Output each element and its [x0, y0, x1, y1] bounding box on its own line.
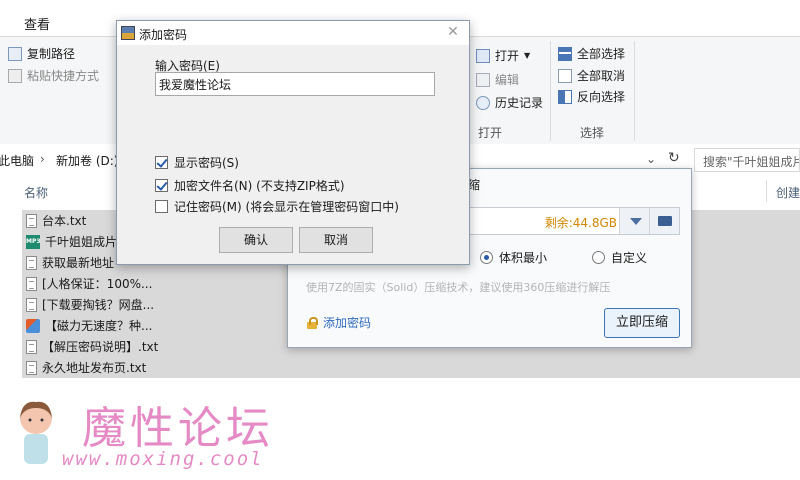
select-group-label: 选择: [580, 126, 605, 140]
encrypt-filenames-checkbox[interactable]: 加密文件名(N) (不支持ZIP格式): [155, 177, 345, 194]
paste-shortcut-label: 粘贴快捷方式: [27, 69, 100, 83]
remember-password-label: 记住密码(M) (将会显示在管理密码窗口中): [174, 200, 399, 214]
copy-path-label: 复制路径: [27, 47, 76, 61]
watermark-title: 魔性论坛: [82, 403, 274, 454]
invert-selection-button[interactable]: 反向选择: [558, 88, 625, 105]
close-icon[interactable]: ✕: [445, 24, 461, 40]
dialog-titlebar[interactable]: 添加密码 ✕: [117, 21, 469, 45]
file-name: [人格保证：100%...: [42, 277, 153, 291]
show-password-label: 显示密码(S): [174, 156, 239, 170]
open-group-label: 打开: [478, 126, 503, 140]
password-input[interactable]: 我爱魔性论坛: [155, 72, 435, 96]
lock-icon: [306, 316, 318, 329]
cancel-button[interactable]: 取消: [299, 227, 373, 253]
group-divider: [634, 41, 635, 141]
checkbox-checked-icon: [155, 179, 168, 192]
copy-path-icon: [8, 46, 22, 61]
file-name: 【解压密码说明】.txt: [42, 340, 159, 354]
column-header-created[interactable]: 创建: [776, 184, 800, 201]
image-file-icon: [26, 318, 40, 333]
select-none-label: 全部取消: [577, 69, 626, 83]
copy-path-button[interactable]: 复制路径: [8, 45, 75, 62]
breadcrumb-separator: ›: [40, 152, 45, 166]
radio-unselected-icon: [592, 251, 605, 264]
search-input[interactable]: 搜索"千叶姐姐成片: [694, 148, 800, 172]
radio-custom[interactable]: 自定义: [592, 249, 647, 266]
file-name: 永久地址发布页.txt: [42, 361, 147, 375]
select-all-button[interactable]: 全部选择: [558, 45, 625, 62]
file-name: 千叶姐姐成片: [45, 235, 118, 249]
file-name: 台本.txt: [42, 214, 87, 228]
chevron-down-icon: ▼: [524, 51, 531, 60]
select-all-icon: [558, 46, 572, 61]
remember-password-checkbox[interactable]: 记住密码(M) (将会显示在管理密码窗口中): [155, 198, 399, 215]
breadcrumb-this-pc[interactable]: 此电脑: [0, 152, 34, 169]
paste-shortcut-button[interactable]: 粘贴快捷方式: [8, 67, 99, 84]
file-row[interactable]: 永久地址发布页.txt: [22, 357, 800, 378]
dialog-title: 添加密码: [139, 28, 188, 42]
folder-icon[interactable]: [649, 208, 679, 234]
txt-file-icon: [26, 255, 37, 270]
txt-file-icon: [26, 297, 37, 312]
column-header-name[interactable]: 名称: [24, 184, 48, 201]
history-icon: [476, 95, 490, 110]
edit-label: 编辑: [495, 73, 520, 87]
open-icon: [476, 48, 490, 63]
show-password-checkbox[interactable]: 显示密码(S): [155, 154, 239, 171]
checkbox-unchecked-icon: [155, 200, 168, 213]
ok-button[interactable]: 确认: [219, 227, 293, 253]
paste-shortcut-icon: [8, 68, 22, 83]
watermark-girl-logo: [20, 401, 52, 464]
checkbox-checked-icon: [155, 156, 168, 169]
txt-file-icon: [26, 213, 37, 228]
open-button[interactable]: 打开 ▼: [476, 47, 530, 64]
column-divider: [766, 180, 767, 202]
app-icon: [121, 26, 135, 40]
add-password-link[interactable]: 添加密码: [306, 314, 371, 331]
select-all-label: 全部选择: [577, 47, 626, 61]
radio-smallest-size[interactable]: 体积最小: [480, 249, 547, 266]
invert-selection-label: 反向选择: [577, 90, 626, 104]
add-password-label: 添加密码: [323, 316, 372, 330]
history-button[interactable]: 历史记录: [476, 94, 543, 111]
address-dropdown-chevron-icon[interactable]: ⌄: [646, 152, 656, 166]
open-label: 打开: [495, 49, 520, 63]
watermark-url: www.moxing.cool: [62, 448, 264, 470]
radio-smallest-label: 体积最小: [499, 251, 548, 265]
compress-tip: 使用7Z的固实（Solid）压缩技术，建议使用360压缩进行解压: [306, 281, 611, 294]
refresh-icon[interactable]: ↻: [668, 150, 680, 166]
history-label: 历史记录: [495, 96, 544, 110]
group-divider: [550, 41, 551, 141]
encrypt-filenames-label: 加密文件名(N) (不支持ZIP格式): [174, 179, 345, 193]
free-space-label: 剩余:44.8GB: [544, 216, 617, 230]
txt-file-icon: [26, 276, 37, 291]
txt-file-icon: [26, 339, 37, 354]
edit-icon: [476, 72, 490, 87]
select-none-icon: [558, 68, 572, 83]
select-none-button[interactable]: 全部取消: [558, 67, 625, 84]
file-name: [下载要掏钱？网盘...: [42, 298, 155, 312]
compress-now-button[interactable]: 立即压缩: [604, 308, 680, 338]
txt-file-icon: [26, 360, 37, 375]
path-dropdown-icon[interactable]: [619, 208, 649, 234]
radio-selected-icon: [480, 251, 493, 264]
radio-custom-label: 自定义: [611, 251, 648, 265]
file-name: 【磁力无速度？种...: [45, 319, 153, 333]
breadcrumb-drive[interactable]: 新加卷 (D:): [56, 152, 118, 169]
invert-selection-icon: [558, 89, 572, 104]
file-name: 获取最新地址: [42, 256, 115, 270]
add-password-dialog: 添加密码 ✕ 输入密码(E) 我爱魔性论坛 显示密码(S) 加密文件名(N) (…: [116, 20, 470, 265]
mp3-file-icon: MP3: [26, 234, 41, 249]
tab-view[interactable]: 查看: [24, 14, 50, 33]
edit-button[interactable]: 编辑: [476, 71, 519, 88]
